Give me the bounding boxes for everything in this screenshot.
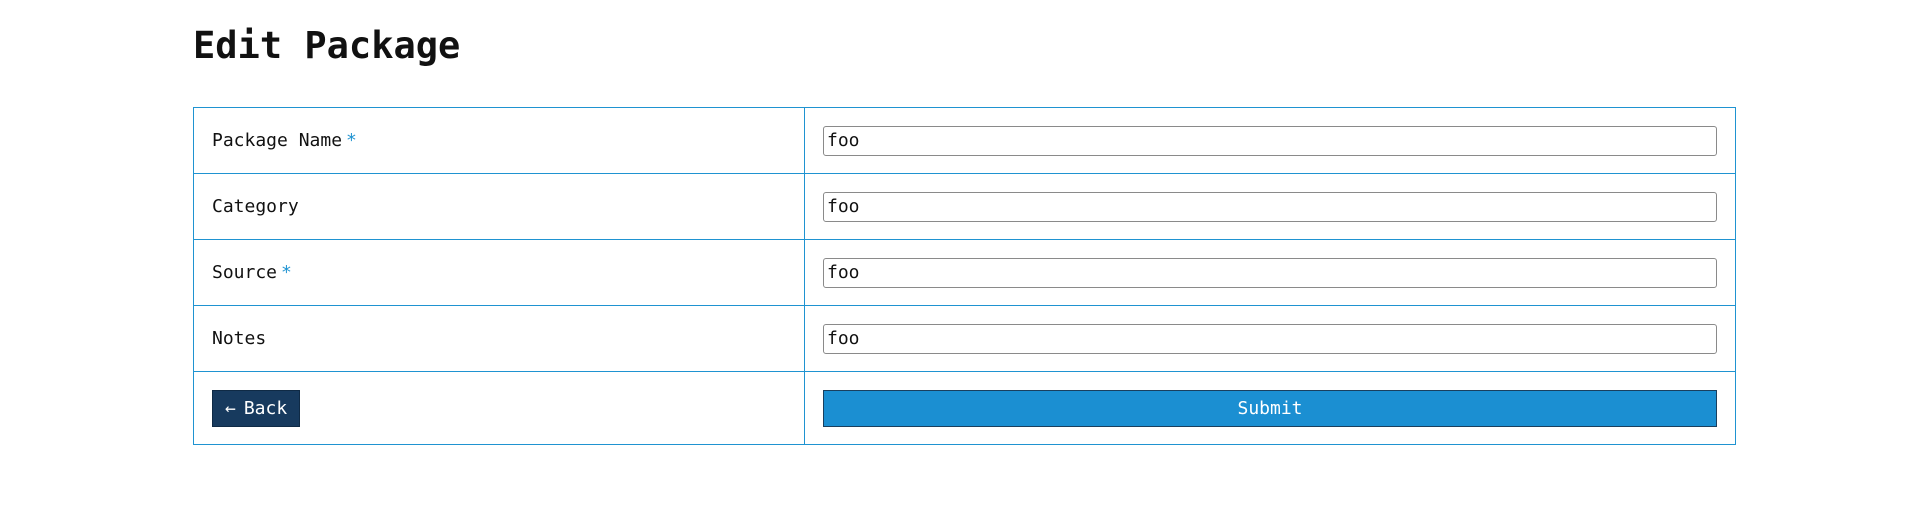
form-row-notes: Notes (193, 305, 1736, 372)
input-cell (804, 239, 1736, 306)
form-actions-row: ← Back Submit (193, 371, 1736, 445)
edit-package-form: Package Name* Category Source* Note (193, 107, 1736, 445)
submit-button[interactable]: Submit (823, 389, 1717, 427)
source-input[interactable] (823, 257, 1717, 288)
input-cell (804, 107, 1736, 174)
input-cell (804, 173, 1736, 240)
package-name-label: Package Name (212, 130, 343, 151)
label-cell: Source * (193, 239, 805, 306)
arrow-left-icon: ← (225, 397, 236, 419)
label-cell: Notes (193, 305, 805, 372)
required-mark: * (346, 130, 357, 151)
label-cell: Category (193, 173, 805, 240)
page: Edit Package Package Name* Category Sour… (0, 0, 1919, 515)
back-button[interactable]: ← Back (212, 389, 301, 427)
form-row-package-name: Package Name * (193, 107, 1736, 174)
notes-label: Notes (212, 328, 267, 349)
required-mark: * (281, 262, 292, 283)
notes-input[interactable] (823, 323, 1717, 354)
submit-cell: Submit (804, 371, 1736, 445)
category-label: Category (212, 196, 299, 217)
back-button-label: Back (243, 397, 288, 419)
source-label: Source (212, 262, 278, 283)
page-title: Edit Package (193, 24, 461, 67)
input-cell (804, 305, 1736, 372)
package-name-input[interactable] (823, 125, 1717, 156)
form-row-category: Category (193, 173, 1736, 240)
category-input[interactable] (823, 191, 1717, 222)
back-cell: ← Back (193, 371, 805, 445)
form-row-source: Source * (193, 239, 1736, 306)
label-cell: Package Name * (193, 107, 805, 174)
